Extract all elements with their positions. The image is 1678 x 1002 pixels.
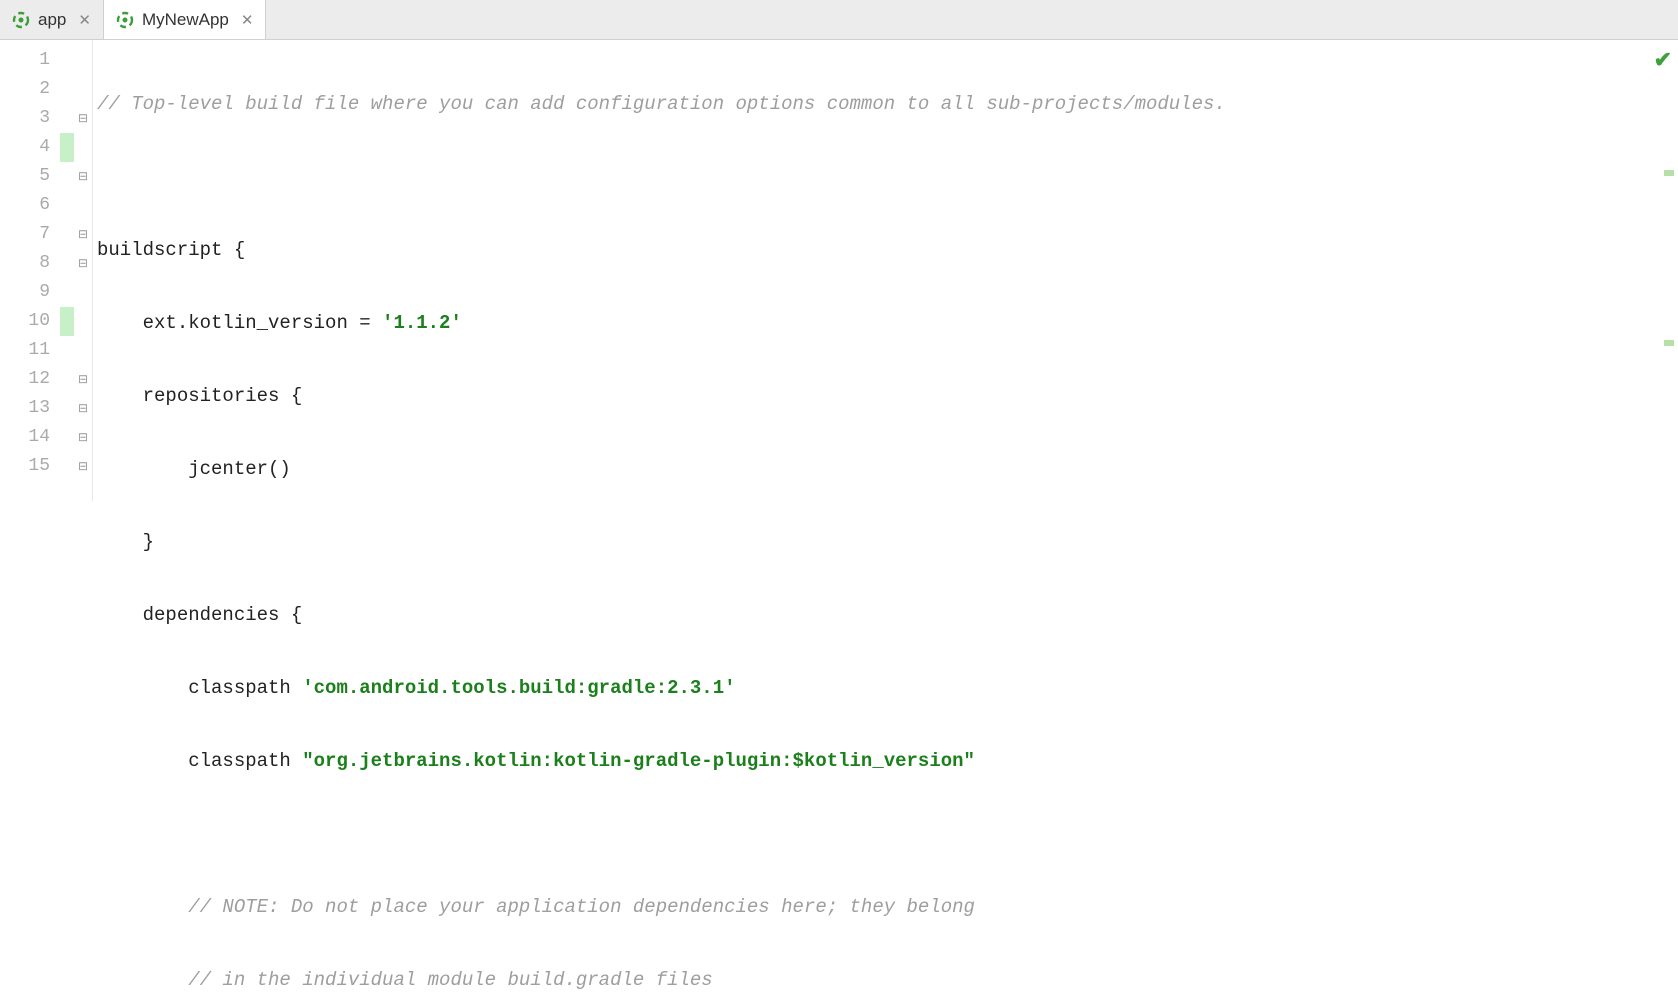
inspection-ok-icon: ✔	[1654, 48, 1672, 74]
code-string: 'com.android.tools.build:gradle:2.3.1'	[302, 677, 735, 699]
line-number: 11	[0, 336, 50, 365]
code-text: // in the individual module build.gradle…	[97, 969, 713, 991]
code-text: // NOTE: Do not place your application d…	[97, 896, 975, 918]
fold-end-icon[interactable]: ⊟	[74, 394, 92, 423]
fold-toggle-icon[interactable]: ⊟	[74, 365, 92, 394]
fold-gutter: ⊟ ⊟ ⊟ ⊟ ⊟ ⊟ ⊟ ⊟	[74, 40, 92, 501]
line-number: 15	[0, 452, 50, 481]
code-text: classpath	[97, 750, 302, 772]
close-icon[interactable]: ✕	[241, 11, 254, 29]
code-string: "org.jetbrains.kotlin:kotlin-gradle-plug…	[302, 750, 975, 772]
line-number: 3	[0, 104, 50, 133]
gradle-icon	[12, 11, 30, 29]
line-number: 4	[0, 133, 50, 162]
line-number: 13	[0, 394, 50, 423]
code-text: }	[97, 531, 154, 553]
fold-toggle-icon[interactable]: ⊟	[74, 104, 92, 133]
inspection-strip: ✔	[1648, 40, 1678, 501]
fold-end-icon[interactable]: ⊟	[74, 423, 92, 452]
code-area[interactable]: // Top-level build file where you can ad…	[92, 40, 1648, 501]
code-text: dependencies {	[97, 604, 302, 626]
change-marker	[60, 307, 74, 336]
close-icon[interactable]: ✕	[78, 11, 91, 29]
fold-toggle-icon[interactable]: ⊟	[74, 162, 92, 191]
tab-label: app	[38, 10, 66, 30]
line-number: 12	[0, 365, 50, 394]
code-text: classpath	[97, 677, 302, 699]
line-number: 7	[0, 220, 50, 249]
fold-toggle-icon[interactable]: ⊟	[74, 249, 92, 278]
code-string: '1.1.2'	[382, 312, 462, 334]
gradle-icon	[116, 11, 134, 29]
tab-mynewapp[interactable]: MyNewApp ✕	[104, 0, 267, 39]
line-number: 2	[0, 75, 50, 104]
change-highlight-gutter	[60, 40, 74, 501]
code-text: repositories {	[97, 385, 302, 407]
line-number: 9	[0, 278, 50, 307]
tab-bar: app ✕ MyNewApp ✕	[0, 0, 1678, 40]
inspection-marker[interactable]	[1664, 170, 1674, 176]
code-text: jcenter()	[97, 458, 291, 480]
code-text: ext.kotlin_version =	[97, 312, 382, 334]
inspection-marker[interactable]	[1664, 340, 1674, 346]
fold-end-icon[interactable]: ⊟	[74, 452, 92, 481]
line-number: 5	[0, 162, 50, 191]
code-text: buildscript {	[97, 239, 245, 261]
line-number: 10	[0, 307, 50, 336]
editor[interactable]: 1 2 3 4 5 6 7 8 9 10 11 12 13 14 15 ⊟ ⊟ …	[0, 40, 1678, 501]
line-number: 14	[0, 423, 50, 452]
line-number: 8	[0, 249, 50, 278]
line-number: 6	[0, 191, 50, 220]
change-marker	[60, 133, 74, 162]
fold-end-icon[interactable]: ⊟	[74, 220, 92, 249]
code-text: // Top-level build file where you can ad…	[97, 93, 1226, 115]
line-number: 1	[0, 46, 50, 75]
tab-label: MyNewApp	[142, 10, 229, 30]
tab-app[interactable]: app ✕	[0, 0, 104, 39]
line-number-gutter: 1 2 3 4 5 6 7 8 9 10 11 12 13 14 15	[0, 40, 60, 501]
